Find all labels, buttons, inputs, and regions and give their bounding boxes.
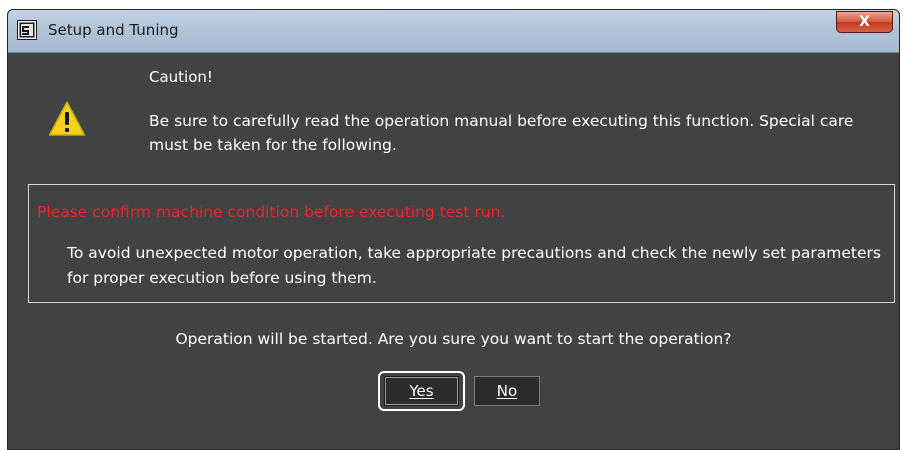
window-title: Setup and Tuning <box>48 21 179 39</box>
machine-condition-warning: Please confirm machine condition before … <box>37 203 506 221</box>
app-window-icon <box>17 20 37 40</box>
yes-button[interactable]: Yes <box>384 376 459 406</box>
title-bar[interactable]: Setup and Tuning X <box>8 10 899 53</box>
confirm-question: Operation will be started. Are you sure … <box>175 330 732 348</box>
warning-triangle-icon <box>48 101 86 136</box>
no-button[interactable]: No <box>474 376 540 406</box>
dialog-content: Caution! Be sure to carefully read the o… <box>8 53 899 449</box>
caution-message: Be sure to carefully read the operation … <box>149 112 854 154</box>
setup-and-tuning-dialog: Setup and Tuning X Caution! Be sure to c… <box>7 9 900 450</box>
notice-box: Please confirm machine condition before … <box>28 184 895 303</box>
close-button[interactable]: X <box>836 11 893 33</box>
close-icon: X <box>859 14 870 30</box>
precaution-text: To avoid unexpected motor operation, tak… <box>67 244 881 287</box>
caution-title: Caution! <box>149 68 213 86</box>
